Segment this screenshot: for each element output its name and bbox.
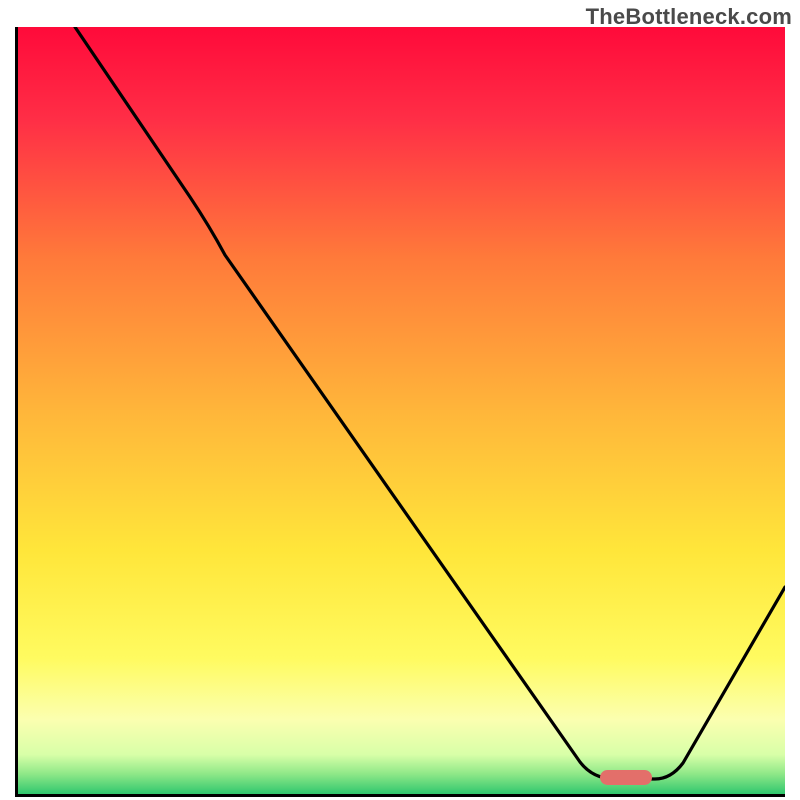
chart-container: TheBottleneck.com xyxy=(0,0,800,800)
watermark-text: TheBottleneck.com xyxy=(586,4,792,30)
plot-area xyxy=(15,27,785,797)
optimum-marker xyxy=(600,770,652,785)
bottleneck-curve xyxy=(15,27,785,797)
